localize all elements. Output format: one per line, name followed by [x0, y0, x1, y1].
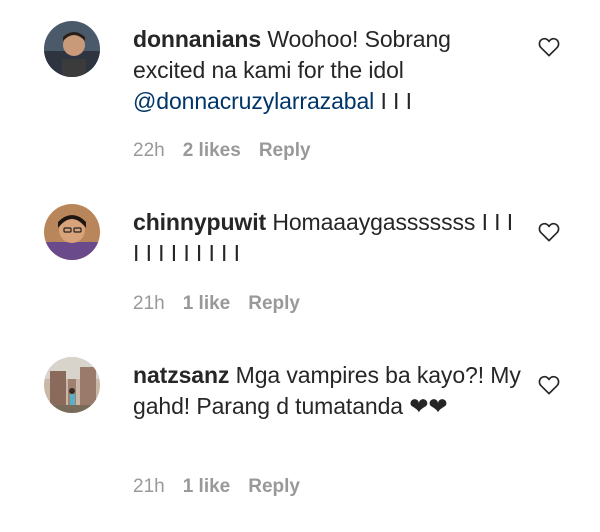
heart-outline-icon[interactable] — [538, 37, 560, 57]
likes-count[interactable]: 2 likes — [183, 140, 241, 162]
reply-button[interactable]: Reply — [248, 293, 300, 315]
username-link[interactable]: chinnypuwit — [133, 209, 266, 235]
reply-button[interactable]: Reply — [259, 140, 311, 162]
comment-text: donnanians Woohoo! Sobrang excited na ka… — [133, 24, 523, 117]
heart-outline-icon[interactable] — [538, 222, 560, 242]
timestamp[interactable]: 22h — [133, 140, 165, 162]
username-link[interactable]: donnanians — [133, 26, 261, 52]
likes-count[interactable]: 1 like — [183, 293, 231, 315]
username-link[interactable]: natzsanz — [133, 362, 229, 388]
comment-meta: 22h 2 likes Reply — [133, 140, 311, 162]
comment-text: chinnypuwit Homaaaygasssssss I I I I I I… — [133, 207, 523, 269]
likes-count[interactable]: 1 like — [183, 476, 231, 498]
comment-meta: 21h 1 like Reply — [133, 476, 300, 498]
timestamp[interactable]: 21h — [133, 293, 165, 315]
heart-outline-icon[interactable] — [538, 375, 560, 395]
comment-trailing: I I I — [374, 88, 412, 114]
comment-text: natzsanz Mga vampires ba kayo?! My gahd!… — [133, 360, 523, 422]
reply-button[interactable]: Reply — [248, 476, 300, 498]
timestamp[interactable]: 21h — [133, 476, 165, 498]
comment-meta: 21h 1 like Reply — [133, 293, 300, 315]
avatar[interactable] — [44, 357, 100, 413]
mention-link[interactable]: @donnacruzylarrazabal — [133, 88, 374, 114]
avatar[interactable] — [44, 21, 100, 77]
avatar[interactable] — [44, 204, 100, 260]
